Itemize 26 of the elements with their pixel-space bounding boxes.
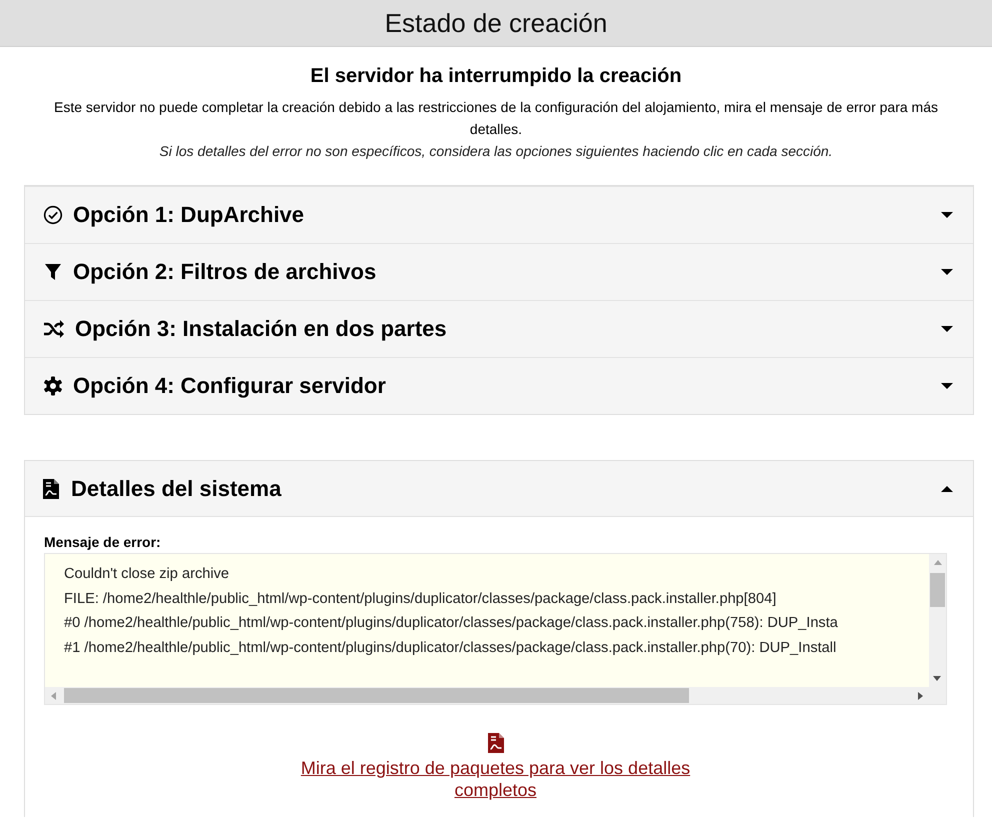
document-icon bbox=[488, 733, 504, 753]
field-label: Mensaje de error: bbox=[44, 534, 161, 550]
shuffle-icon bbox=[43, 319, 65, 339]
notice-heading: El servidor ha interrumpido la creación bbox=[310, 65, 682, 88]
accordion-header[interactable]: Opción 2: Filtros de archivos bbox=[25, 243, 973, 300]
notice-message: Este servidor no puede completar la creación debido a las restricciones de la configuración del alojamiento, mira el mensaje de error para más detalles. bbox=[52, 98, 940, 139]
log-line: Couldn't close zip archive bbox=[64, 565, 230, 584]
option-title: Opción 2: Filtros de archivos bbox=[73, 259, 378, 285]
log-line: #1 /home2/healthle/public_html/wp-content/plugins/duplicator/classes/package/class.pack.installer.php(70): DUP_Install bbox=[64, 638, 836, 658]
option-title: Opción 4: Configurar servidor bbox=[73, 373, 387, 399]
option-title: Opción 1: DupArchive bbox=[73, 202, 306, 228]
accordion-header[interactable]: Detalles del sistema bbox=[25, 461, 973, 517]
log-line: #0 /home2/healthle/public_html/wp-content/plugins/duplicator/classes/package/class.pack.installer.php(758): DUP_Insta bbox=[64, 614, 838, 633]
accordion-header[interactable]: Opción 1: DupArchive bbox=[25, 186, 973, 243]
option-title: Opción 3: Instalación en dos partes bbox=[75, 316, 448, 342]
gear-icon bbox=[43, 376, 63, 396]
notice-hint: Si los detalles del error no son específicos, considera las opciones siguientes haciendo clic en cada sección. bbox=[159, 142, 833, 161]
log-link[interactable]: Mira el registro de paquetes para ver los detalles completos bbox=[276, 757, 716, 801]
accordion-header[interactable]: Opción 4: Configurar servidor bbox=[25, 357, 973, 414]
check-circle-icon bbox=[43, 205, 63, 225]
accordion-header[interactable]: Opción 3: Instalación en dos partes bbox=[25, 300, 973, 357]
log-line: FILE: /home2/healthle/public_html/wp-content/plugins/duplicator/classes/package/class.pack.installer.php[804] bbox=[64, 590, 776, 608]
document-icon bbox=[43, 478, 59, 498]
panel-title: Detalles del sistema bbox=[71, 476, 282, 502]
filter-icon bbox=[43, 262, 63, 282]
page-title: Estado de creación bbox=[384, 7, 608, 40]
